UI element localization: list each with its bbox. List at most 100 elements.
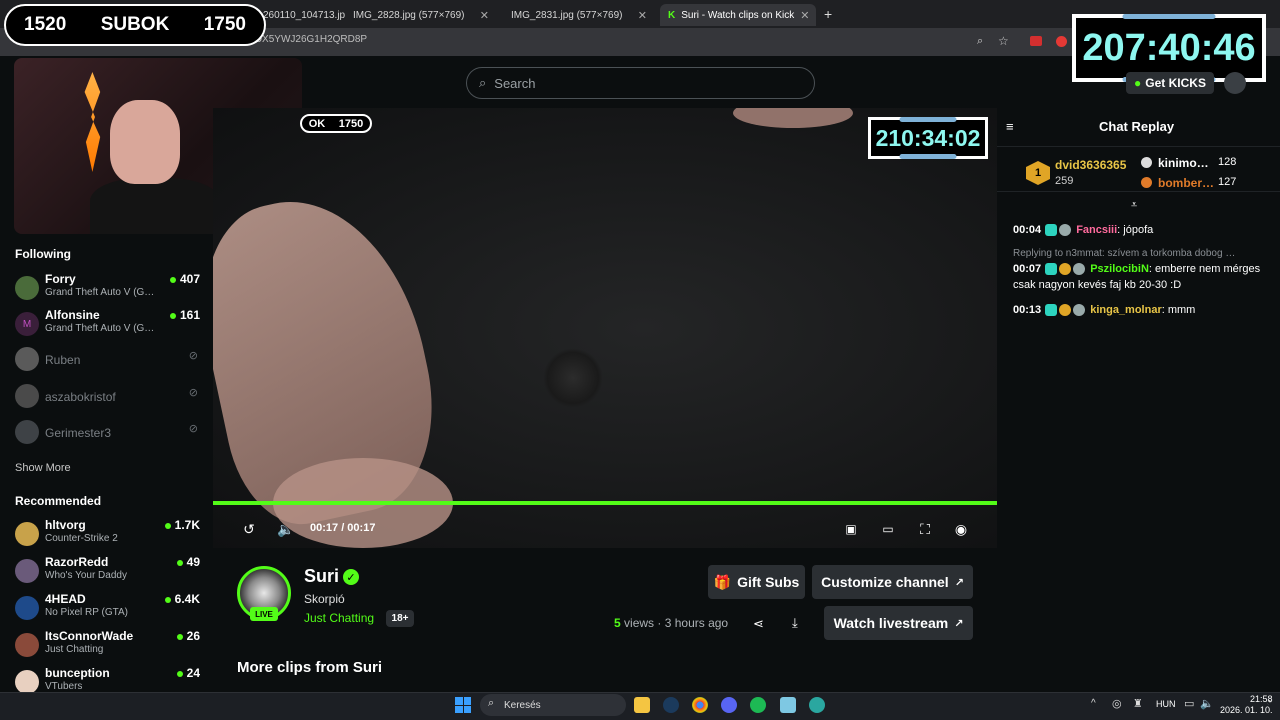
network-tray-icon[interactable]: ◎ <box>1112 697 1122 710</box>
new-tab-button[interactable]: + <box>824 6 832 22</box>
sidebar-item-gerimester3[interactable]: Gerimester3 ⊘ <box>15 420 200 456</box>
bookmark-star-icon[interactable]: ☆ <box>998 34 1009 48</box>
gifter-badge-icon <box>1059 263 1072 276</box>
notepad-icon[interactable] <box>780 697 796 713</box>
search-input[interactable]: Search <box>494 76 535 91</box>
tray-chevron-icon[interactable]: ^ <box>1091 698 1096 709</box>
channel-name: hltvorg <box>45 518 86 532</box>
chat-username[interactable]: kinga_molnar <box>1090 304 1162 316</box>
sidebar-item-bunception[interactable]: bunception VTubers 24 <box>15 666 200 692</box>
video-subathon-timer: 210:34:02 <box>868 117 988 159</box>
taskbar-search-label: Keresés <box>504 699 541 711</box>
customize-channel-button[interactable]: Customize channel ↗ <box>812 565 973 599</box>
download-icon[interactable]: ⤓ <box>792 615 798 631</box>
browser-tab[interactable]: IMG_2831.jpg (577×769) ✕ <box>503 4 655 26</box>
viewer-count: 161 <box>170 308 200 322</box>
channel-name: aszabokristof <box>45 390 116 404</box>
chat-message: 00:07 PszilocibiN: emberre nem mérges cs… <box>1013 263 1261 291</box>
file-explorer-icon[interactable] <box>634 697 650 713</box>
avatar <box>15 633 39 657</box>
more-clips-heading: More clips from Suri <box>237 659 383 676</box>
sidebar-item-itsconnorwade[interactable]: ItsConnorWade Just Chatting 26 <box>15 629 200 665</box>
sub-goal-label: SUBOK <box>100 14 170 35</box>
app-icon[interactable] <box>809 697 825 713</box>
sidebar-item-aszabokristof[interactable]: aszabokristof ⊘ <box>15 384 200 420</box>
chat-text: mmm <box>1167 304 1196 316</box>
live-badge: LIVE <box>250 607 278 621</box>
video-progress-bar[interactable] <box>213 501 997 505</box>
show-more-link[interactable]: Show More <box>15 462 71 474</box>
browser-tab[interactable]: IMG_2828.jpg (577×769) ✕ <box>345 4 497 26</box>
sidebar-item-forry[interactable]: Forry Grand Theft Auto V (G… 407 <box>15 272 200 308</box>
channel-name: RazorRedd <box>45 555 109 569</box>
pip-icon[interactable]: ▣ <box>842 520 860 538</box>
zoom-icon[interactable]: ⌕ <box>977 35 983 48</box>
expand-chevron-icon[interactable]: ⩡ <box>1131 199 1137 212</box>
close-tab-icon[interactable]: ✕ <box>638 9 647 22</box>
sidebar-item-hltvorg[interactable]: hltvorg Counter-Strike 2 1.7K <box>15 518 200 554</box>
kicks-icon: ● <box>1134 76 1142 90</box>
playback-speed-icon[interactable]: ◉ <box>952 520 970 538</box>
notification-bell-icon[interactable]: ◔ <box>1266 697 1272 708</box>
viewer-count: 407 <box>170 272 200 286</box>
sidebar-item-4head[interactable]: 4HEAD No Pixel RP (GTA) 6.4K <box>15 592 200 628</box>
discord-icon[interactable] <box>721 697 737 713</box>
browser-tab-active[interactable]: K Suri - Watch clips on Kick ✕ <box>660 4 816 26</box>
chat-username[interactable]: PszilocibiN <box>1090 263 1149 275</box>
app-tray-icon[interactable]: ♜ <box>1133 697 1143 710</box>
sub-goal-target: 1750 <box>203 14 246 35</box>
channel-name: Gerimester3 <box>45 426 112 440</box>
user-avatar[interactable] <box>1224 72 1246 94</box>
replay-icon[interactable]: ↺ <box>240 520 258 538</box>
sub-goal-label: OK <box>308 117 326 130</box>
channel-name[interactable]: Suri <box>304 566 339 587</box>
channel-name: Ruben <box>45 353 81 367</box>
watch-livestream-button[interactable]: Watch livestream ↗ <box>824 606 973 640</box>
wifi-icon[interactable]: ▭ <box>1184 697 1194 710</box>
customize-label: Customize channel <box>821 574 949 590</box>
sidebar-item-razorredd[interactable]: RazorRedd Who's Your Daddy 49 <box>15 555 200 591</box>
gift-subs-button[interactable]: 🎁 Gift Subs <box>708 565 805 599</box>
volume-icon[interactable]: 🔈 <box>277 520 295 538</box>
avatar <box>15 420 39 444</box>
start-icon[interactable] <box>455 697 471 713</box>
channel-name: ItsConnorWade <box>45 629 134 643</box>
video-player[interactable] <box>213 108 997 548</box>
volume-tray-icon[interactable]: 🔈 <box>1200 697 1214 710</box>
category-link[interactable]: Just Chatting <box>304 611 374 625</box>
system-clock[interactable]: 21:58 2026. 01. 10. <box>1220 694 1273 716</box>
browser-tab[interactable]: 260110_104713.jpg (16320×…✕ <box>255 4 345 26</box>
share-icon[interactable]: ⋖ <box>753 616 764 632</box>
views-label: views <box>624 616 655 630</box>
steam-icon[interactable] <box>663 697 679 713</box>
tab-label: Suri - Watch clips on Kick <box>681 9 795 21</box>
verified-icon: ✓ <box>343 569 359 585</box>
wolf-badge-icon <box>1073 263 1086 276</box>
close-tab-icon[interactable]: ✕ <box>480 9 489 22</box>
chat-reply-note: Replying to n3mmat: szívem a torkomba do… <box>1013 248 1236 259</box>
theater-mode-icon[interactable]: ▭ <box>879 520 897 538</box>
collapse-chat-icon[interactable]: ≡ <box>1006 119 1014 134</box>
search-icon: ⌕ <box>479 75 487 90</box>
leader-name[interactable]: kinimo… <box>1158 156 1209 170</box>
sidebar-item-alfonsine[interactable]: M Alfonsine Grand Theft Auto V (G… 161 <box>15 308 200 344</box>
leader-name[interactable]: bomber… <box>1158 176 1214 190</box>
extension-icon[interactable] <box>1056 36 1067 47</box>
leader-value: 128 <box>1218 156 1237 168</box>
spotify-icon[interactable] <box>750 697 766 713</box>
close-tab-icon[interactable]: ✕ <box>800 9 809 22</box>
fullscreen-icon[interactable]: ⛶ <box>916 520 934 538</box>
clip-title: Skorpió <box>304 592 345 606</box>
age-badge: 18+ <box>386 610 414 627</box>
chrome-icon[interactable] <box>692 697 708 713</box>
search-bar[interactable]: ⌕ Search <box>466 67 815 99</box>
extension-icon[interactable] <box>1030 36 1042 46</box>
clip-views: 5 views · 3 hours ago <box>614 616 728 630</box>
language-indicator[interactable]: HUN <box>1156 699 1176 709</box>
leader-name[interactable]: dvid3636365 <box>1055 158 1126 172</box>
get-kicks-button[interactable]: ● Get KICKS <box>1126 72 1214 94</box>
sidebar-item-ruben[interactable]: Ruben ⊘ <box>15 347 200 383</box>
chat-username[interactable]: Fancsiii <box>1076 224 1117 236</box>
taskbar-search[interactable]: Keresés <box>480 694 626 716</box>
channel-game: Counter-Strike 2 <box>45 533 118 544</box>
